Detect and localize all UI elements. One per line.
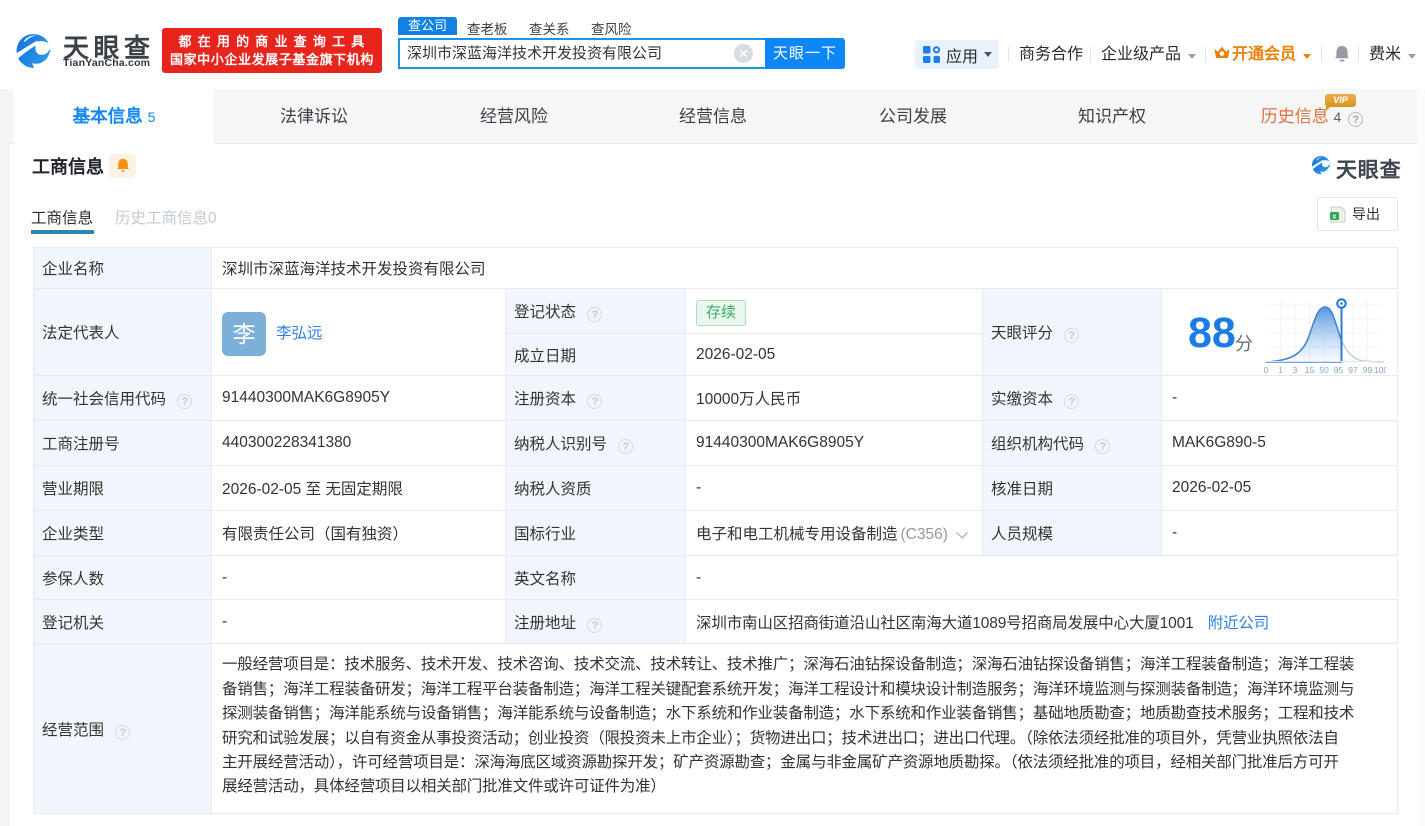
svg-text:1: 1 xyxy=(1278,365,1283,375)
svg-text:99: 99 xyxy=(1363,365,1373,375)
svg-text:0: 0 xyxy=(1264,365,1269,375)
svg-text:85: 85 xyxy=(1334,365,1344,375)
svg-text:3: 3 xyxy=(1293,365,1298,375)
svg-text:50: 50 xyxy=(1319,365,1329,375)
svg-text:15: 15 xyxy=(1305,365,1315,375)
svg-text:100: 100 xyxy=(1374,365,1386,375)
svg-text:97: 97 xyxy=(1348,365,1358,375)
svg-text:x: x xyxy=(1333,213,1337,220)
